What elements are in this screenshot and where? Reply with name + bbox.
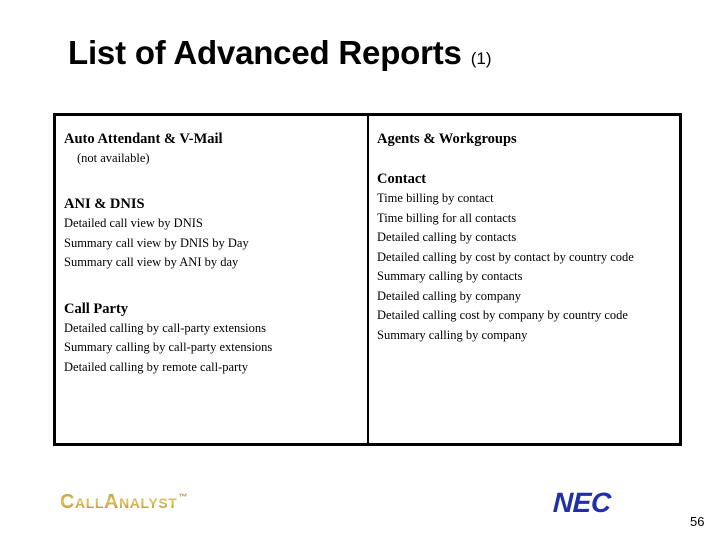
report-item: Detailed calling by contacts <box>377 230 517 244</box>
report-item: Detailed calling by remote call-party <box>64 359 248 374</box>
report-item: Detailed calling by cost by contact by c… <box>377 249 634 264</box>
page-title-text: List of Advanced Reports <box>68 34 462 71</box>
page-title-suffix: (1) <box>470 49 492 68</box>
report-item: Summary calling by company <box>377 327 528 342</box>
report-item: Time billing by contact <box>377 191 494 205</box>
nec-logo: NEC <box>552 487 612 519</box>
trademark-icon: ™ <box>178 492 188 502</box>
report-item: Summary calling by contacts <box>377 269 523 283</box>
section-note: (not available) <box>77 151 150 165</box>
section-contact: Contact Time billing by contact Time bil… <box>377 170 671 345</box>
report-item: Summary calling by call-party extensions <box>64 340 273 354</box>
section-heading: Contact <box>377 171 427 187</box>
report-item: Detailed calling cost by company by coun… <box>377 308 628 322</box>
callanalyst-logo-text: CallAnalyst <box>60 491 178 513</box>
callanalyst-logo: CallAnalyst ™ <box>60 491 187 514</box>
section-call-party: Call Party Detailed calling by call-part… <box>64 300 357 378</box>
report-item: Time billing for all contacts <box>377 210 517 225</box>
reports-column-right: Agents & Workgroups Contact Time billing… <box>369 116 679 443</box>
report-item: Detailed calling by call-party extension… <box>64 320 267 335</box>
section-heading: Auto Attendant & V-Mail <box>64 131 223 147</box>
page-number: 56 <box>690 514 705 529</box>
section-heading: Agents & Workgroups <box>377 131 517 147</box>
section-heading: ANI & DNIS <box>64 196 145 212</box>
section-auto-attendant: Auto Attendant & V-Mail (not available) <box>64 130 357 168</box>
report-item: Detailed call view by DNIS <box>64 216 203 230</box>
report-item: Summary call view by ANI by day <box>64 255 239 269</box>
slide-canvas: List of Advanced Reports (1) Auto Attend… <box>0 0 720 540</box>
reports-table: Auto Attendant & V-Mail (not available) … <box>53 113 682 446</box>
nec-logo-text: NEC <box>552 487 612 518</box>
report-item: Summary call view by DNIS by Day <box>64 235 249 250</box>
section-ani-dnis: ANI & DNIS Detailed call view by DNIS Su… <box>64 195 357 273</box>
report-item: Detailed calling by company <box>377 288 522 303</box>
section-heading: Call Party <box>64 300 129 317</box>
section-agents-workgroups: Agents & Workgroups <box>377 130 671 149</box>
reports-column-left: Auto Attendant & V-Mail (not available) … <box>56 116 369 443</box>
page-title: List of Advanced Reports (1) <box>68 34 491 72</box>
